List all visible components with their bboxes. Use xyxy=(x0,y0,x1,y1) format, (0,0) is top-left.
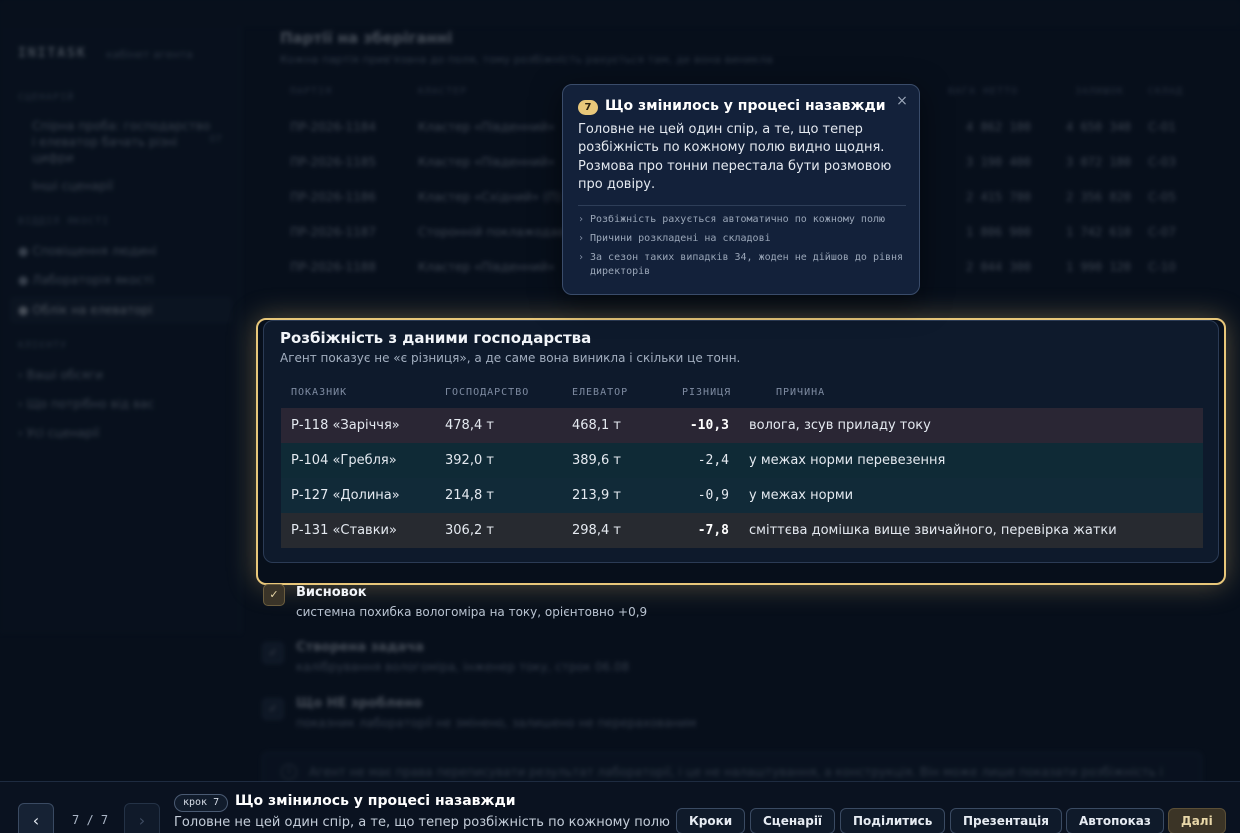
table-row[interactable]: Р-131 «Ставки» 306,2 т 298,4 т -7,8 сміт… xyxy=(281,513,1203,548)
diff-value: -10,3 xyxy=(689,418,729,433)
reason-text: у межах норми перевезення xyxy=(749,453,946,468)
step-conclusion: ✓ Висновок системна похибка вологоміра н… xyxy=(262,584,1202,624)
tour-bottom-bar: ‹ 7 / 7 › крок 7 Що змінилось у процесі … xyxy=(0,781,1240,833)
field-name: Р-104 «Гребля» xyxy=(291,453,397,468)
close-icon[interactable]: × xyxy=(894,93,910,109)
chevron-right-icon: › xyxy=(578,233,585,244)
conclusion-text: системна похибка вологоміра на току, орі… xyxy=(296,605,648,619)
col-elevator: ЕЛЕВАТОР xyxy=(572,387,629,398)
elevator-value: 298,4 т xyxy=(572,523,621,538)
share-button[interactable]: Поділитись xyxy=(840,808,946,833)
step-popover: 7 Що змінилось у процесі назавжди × Голо… xyxy=(562,84,920,295)
step-number-badge: 7 xyxy=(578,100,598,115)
farm-value: 306,2 т xyxy=(445,523,494,538)
table-row[interactable]: Р-104 «Гребля» 392,0 т 389,6 т -2,4 у ме… xyxy=(281,443,1203,478)
farm-value: 478,4 т xyxy=(445,418,494,433)
presentation-button[interactable]: Презентація xyxy=(950,808,1062,833)
card-subtitle: Агент показує не «є різниця», а де саме … xyxy=(280,351,741,365)
reason-text: сміттєва домішка вище звичайного, переві… xyxy=(749,523,1117,538)
bullet-item: › Розбіжність рахується автоматично по ко… xyxy=(578,213,908,227)
check-icon: ✓ xyxy=(263,584,285,606)
chevron-right-icon: › xyxy=(578,252,585,263)
reason-text: у межах норми xyxy=(749,488,854,503)
bullet-text: Причини розкладені на складові xyxy=(590,233,771,244)
field-name: Р-118 «Заріччя» xyxy=(291,418,400,433)
field-name: Р-131 «Ставки» xyxy=(291,523,397,538)
diff-value: -0,9 xyxy=(697,488,729,503)
farm-value: 214,8 т xyxy=(445,488,494,503)
next-step-arrow-button[interactable]: › xyxy=(124,803,160,833)
chevron-right-icon: › xyxy=(578,214,585,225)
conclusion-title: Висновок xyxy=(296,585,367,600)
card-title: Розбіжність з даними господарства xyxy=(280,329,592,347)
table-row[interactable]: Р-127 «Долина» 214,8 т 213,9 т -0,9 у ме… xyxy=(281,478,1203,513)
col-diff: РІЗНИЦЯ xyxy=(682,387,732,398)
diff-value: -7,8 xyxy=(697,523,729,538)
prev-step-button[interactable]: ‹ xyxy=(18,803,54,833)
reason-text: волога, зсув приладу току xyxy=(749,418,931,433)
scenarios-button[interactable]: Сценарії xyxy=(750,808,836,833)
popover-bullets: › Розбіжність рахується автоматично по ко… xyxy=(578,213,908,284)
elevator-value: 213,9 т xyxy=(572,488,621,503)
field-name: Р-127 «Долина» xyxy=(291,488,400,503)
col-reason: ПРИЧИНА xyxy=(776,387,826,398)
next-button[interactable]: Далі xyxy=(1168,808,1226,833)
popover-body: Головне не цей один спір, а те, що тепер… xyxy=(578,122,892,192)
diff-value: -2,4 xyxy=(697,453,729,468)
bullet-item: › За сезон таких випадків 34, жоден не ді… xyxy=(578,251,908,279)
elevator-value: 389,6 т xyxy=(572,453,621,468)
bullet-item: › Причини розкладені на складові xyxy=(578,232,908,246)
step-pill: крок 7 xyxy=(174,794,229,812)
elevator-value: 468,1 т xyxy=(572,418,621,433)
popover-divider xyxy=(578,205,906,206)
bottom-subtitle: Головне не цей один спір, а те, що тепер… xyxy=(174,815,670,830)
col-farm: ГОСПОДАРСТВО xyxy=(445,387,530,398)
bottom-title: Що змінилось у процесі назавжди xyxy=(235,793,516,809)
bullet-text: Розбіжність рахується автоматично по кож… xyxy=(590,214,886,225)
popover-title: Що змінилось у процесі назавжди xyxy=(605,98,886,114)
bullet-text: За сезон таких випадків 34, жоден не дій… xyxy=(590,252,904,277)
autoplay-button[interactable]: Автопоказ xyxy=(1066,808,1164,833)
col-indicator: ПОКАЗНИК xyxy=(291,387,348,398)
steps-button[interactable]: Кроки xyxy=(676,808,746,833)
farm-value: 392,0 т xyxy=(445,453,494,468)
discrepancy-card: Розбіжність з даними господарства Агент … xyxy=(263,320,1219,563)
table-row[interactable]: Р-118 «Заріччя» 478,4 т 468,1 т -10,3 во… xyxy=(281,408,1203,443)
step-counter: 7 / 7 xyxy=(72,813,109,827)
